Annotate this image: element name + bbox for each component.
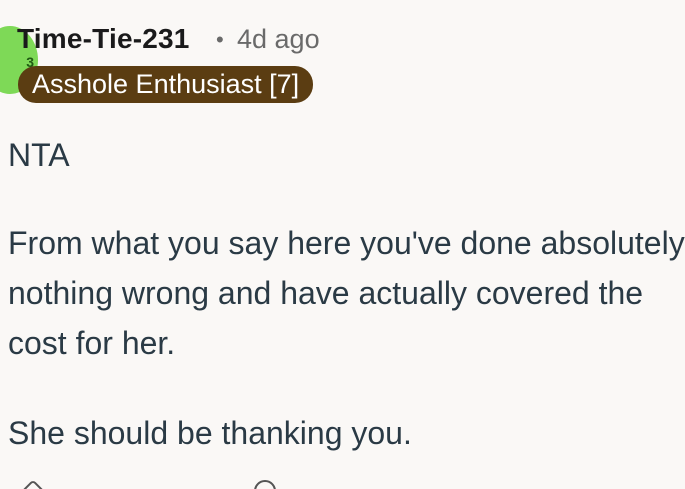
comment-timestamp[interactable]: 4d ago xyxy=(237,24,320,55)
comment-icon[interactable] xyxy=(254,480,276,489)
username-link[interactable]: Time-Tie-231 xyxy=(17,23,190,55)
meta-separator: • xyxy=(216,27,224,52)
comment-paragraph-2: From what you say here you've done absol… xyxy=(8,225,685,361)
user-flair: Asshole Enthusiast [7] xyxy=(18,66,314,103)
comment-action-bar xyxy=(0,480,685,489)
comment-card: 3 Time-Tie-231 • 4d ago Asshole Enthusia… xyxy=(0,0,685,489)
upvote-icon[interactable] xyxy=(17,480,49,489)
comment-paragraph-1: NTA xyxy=(8,137,70,173)
comment-paragraph-3: She should be thanking you. xyxy=(8,415,412,451)
